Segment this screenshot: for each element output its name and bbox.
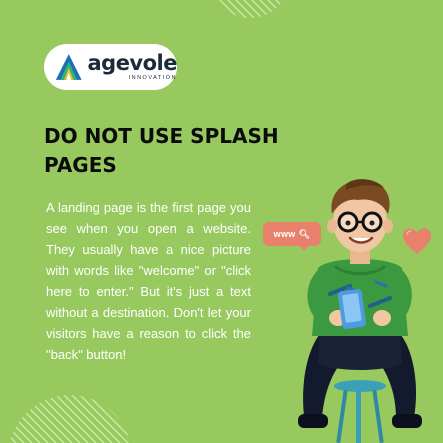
agevole-logo-icon (55, 54, 82, 80)
body-paragraph: A landing page is the first page you see… (46, 200, 251, 362)
striped-circle-bottom (8, 395, 132, 443)
post-canvas: agevole INNOVATION DO NOT USE SPLASH PAG… (0, 0, 443, 443)
brand-name: agevole (87, 50, 177, 75)
person-with-phone-illustration (298, 179, 422, 443)
striped-circle-top (210, 0, 290, 18)
page-headline: DO NOT USE SPLASH PAGES (44, 124, 279, 177)
brand-tagline: INNOVATION (128, 74, 177, 81)
brand-logo: agevole INNOVATION (44, 44, 177, 90)
